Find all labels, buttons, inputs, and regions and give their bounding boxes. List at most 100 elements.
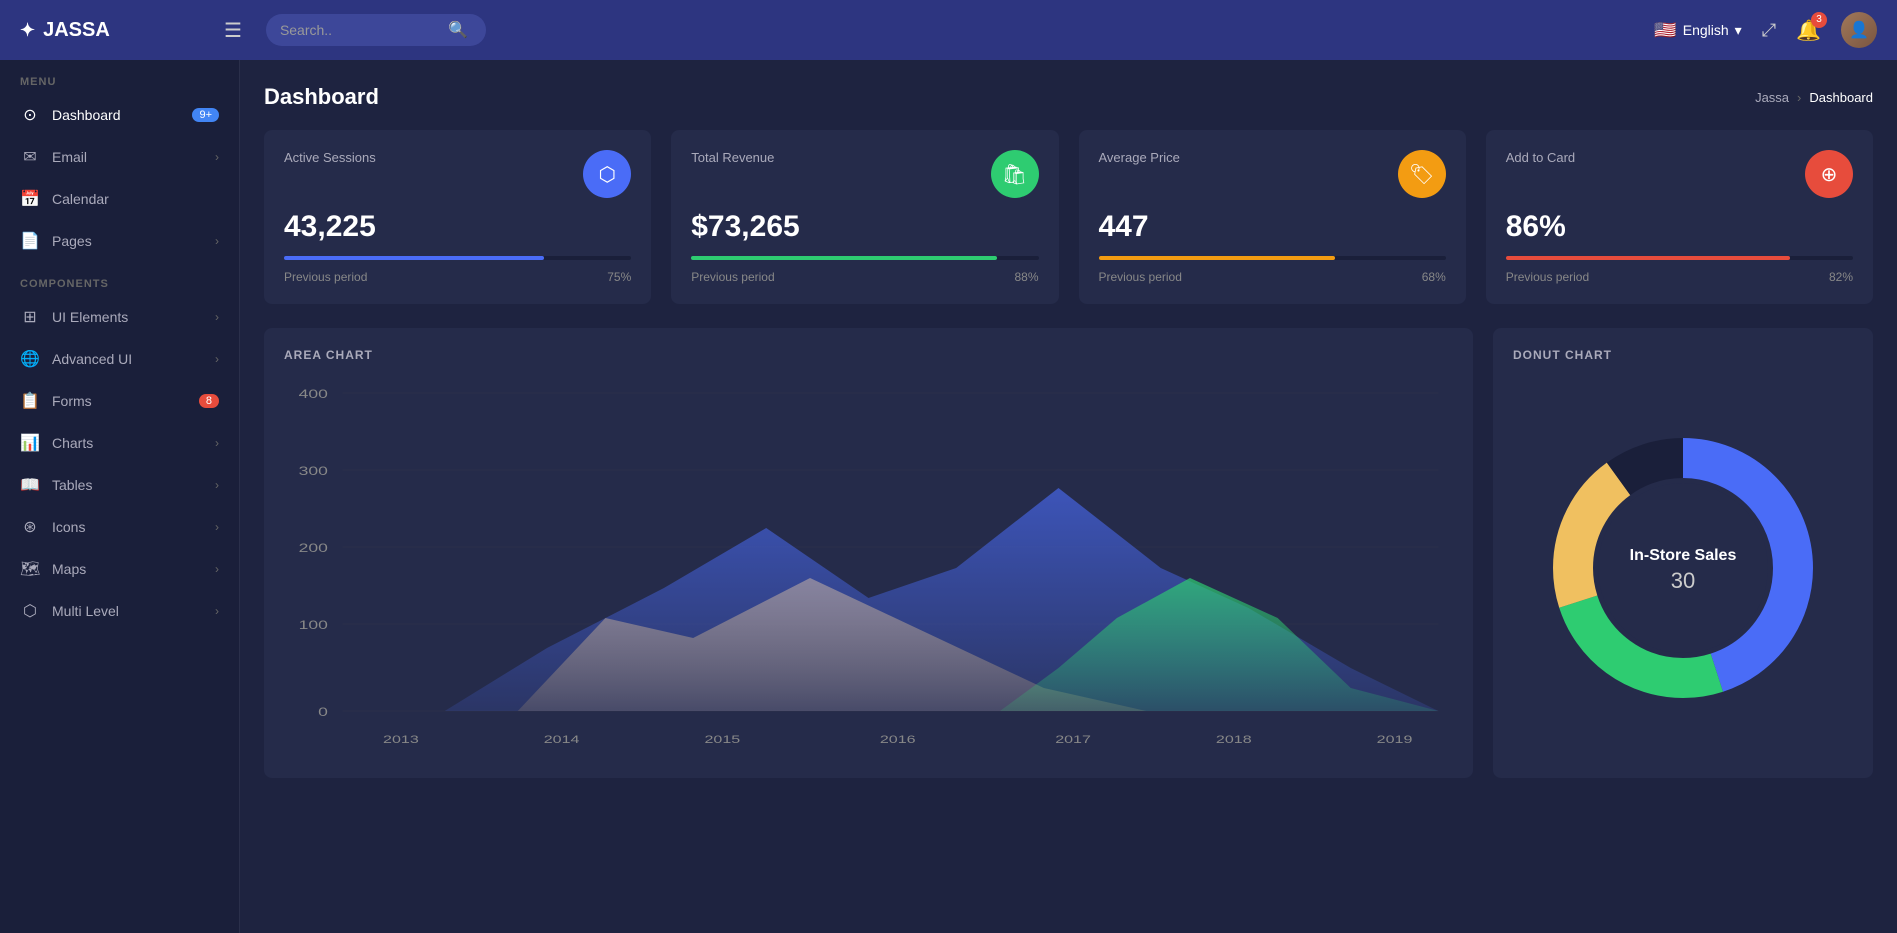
tables-icon: 📖 [20,475,40,495]
sidebar-menu-label: MENU [0,60,239,94]
avatar[interactable]: 👤 [1841,12,1877,48]
stat-bar-wrap [284,256,631,260]
chevron-right-icon: › [215,150,219,164]
chevron-right-icon: › [215,436,219,450]
stat-card-title: Total Revenue [691,150,774,165]
sidebar-item-label: Dashboard [52,107,180,123]
sidebar-item-label: Email [52,149,203,165]
language-label: English [1683,22,1729,38]
sidebar-item-ui-elements[interactable]: ⊞ UI Elements › [0,296,239,338]
stat-card-header: Average Price 🏷 [1099,150,1446,198]
sidebar-item-tables[interactable]: 📖 Tables › [0,464,239,506]
fullscreen-button[interactable]: ⤢ [1762,20,1776,41]
ui-elements-icon: ⊞ [20,307,40,327]
svg-text:2014: 2014 [544,733,580,745]
sidebar-item-icons[interactable]: ⊛ Icons › [0,506,239,548]
svg-text:100: 100 [299,619,328,633]
notification-button[interactable]: 🔔 3 [1796,18,1821,43]
period-value: 68% [1422,270,1446,284]
page-title: Dashboard [264,84,379,110]
sidebar-item-label: Tables [52,477,203,493]
sidebar-item-dashboard[interactable]: ⊙ Dashboard 9+ [0,94,239,136]
stat-footer: Previous period 75% [284,270,631,284]
chevron-right-icon: › [215,562,219,576]
stat-card-add-to-card: Add to Card ⊕ 86% Previous period 82% [1486,130,1873,304]
maps-icon: 🗺 [20,559,40,579]
total-revenue-icon: 🛍 [991,150,1039,198]
svg-text:200: 200 [299,542,328,556]
area-chart-wrap: 400 300 200 100 0 [284,378,1453,758]
search-input[interactable] [280,22,440,38]
area-chart-card: AREA CHART 400 300 200 100 0 [264,328,1473,778]
stat-cards: Active Sessions ⬡ 43,225 Previous period… [264,130,1873,304]
topnav: ✦ JASSA ☰ 🔍 🇺🇸 English ▾ ⤢ 🔔 3 👤 [0,0,1897,60]
sidebar-item-label: UI Elements [52,309,203,325]
breadcrumb-current: Dashboard [1809,90,1873,105]
forms-icon: 📋 [20,391,40,411]
sidebar-item-maps[interactable]: 🗺 Maps › [0,548,239,590]
stat-value: 447 [1099,210,1446,244]
svg-text:400: 400 [299,388,328,402]
stat-card-active-sessions: Active Sessions ⬡ 43,225 Previous period… [264,130,651,304]
main-content: Dashboard Jassa › Dashboard Active Sessi… [240,60,1897,933]
sidebar-item-advanced-ui[interactable]: 🌐 Advanced UI › [0,338,239,380]
pages-icon: 📄 [20,231,40,251]
multi-level-icon: ⬡ [20,601,40,621]
svg-text:2013: 2013 [383,733,419,745]
sidebar-item-label: Calendar [52,191,219,207]
area-chart-svg: 400 300 200 100 0 [284,378,1453,758]
logo-icon: ✦ [20,20,35,41]
svg-text:0: 0 [318,706,328,720]
donut-svg: In-Store Sales 30 [1533,418,1833,718]
period-label: Previous period [691,270,774,284]
chevron-right-icon: › [215,234,219,248]
sidebar-item-pages[interactable]: 📄 Pages › [0,220,239,262]
stat-footer: Previous period 68% [1099,270,1446,284]
stat-value: $73,265 [691,210,1038,244]
svg-text:2016: 2016 [880,733,916,745]
sidebar-item-label: Maps [52,561,203,577]
svg-text:30: 30 [1671,568,1695,593]
stat-card-header: Total Revenue 🛍 [691,150,1038,198]
stat-card-average-price: Average Price 🏷 447 Previous period 68% [1079,130,1466,304]
sidebar-item-multi-level[interactable]: ⬡ Multi Level › [0,590,239,632]
sidebar-item-label: Multi Level [52,603,203,619]
period-label: Previous period [1506,270,1589,284]
donut-chart-wrap: In-Store Sales 30 [1513,378,1853,758]
chevron-right-icon: › [215,520,219,534]
sidebar-item-forms[interactable]: 📋 Forms 8 [0,380,239,422]
chevron-right-icon: › [215,478,219,492]
stat-card-title: Average Price [1099,150,1180,165]
icons-icon: ⊛ [20,517,40,537]
svg-text:300: 300 [299,465,328,479]
avatar-image: 👤 [1841,12,1877,48]
stat-bar [1506,256,1791,260]
language-selector[interactable]: 🇺🇸 English ▾ [1654,20,1741,41]
dashboard-badge: 9+ [192,108,219,122]
sidebar-item-charts[interactable]: 📊 Charts › [0,422,239,464]
sidebar-item-label: Icons [52,519,203,535]
calendar-icon: 📅 [20,189,40,209]
sidebar-item-email[interactable]: ✉ Email › [0,136,239,178]
stat-value: 43,225 [284,210,631,244]
average-price-icon: 🏷 [1398,150,1446,198]
svg-text:2017: 2017 [1055,733,1091,745]
search-bar: 🔍 [266,14,486,46]
chevron-right-icon: › [215,310,219,324]
period-label: Previous period [1099,270,1182,284]
chevron-right-icon: › [215,352,219,366]
sidebar: MENU ⊙ Dashboard 9+ ✉ Email › 📅 Calendar… [0,60,240,933]
sidebar-item-calendar[interactable]: 📅 Calendar [0,178,239,220]
hamburger-button[interactable]: ☰ [216,14,250,47]
breadcrumb-separator: › [1797,90,1801,105]
sidebar-item-label: Advanced UI [52,351,203,367]
advanced-ui-icon: 🌐 [20,349,40,369]
period-value: 82% [1829,270,1853,284]
main-layout: MENU ⊙ Dashboard 9+ ✉ Email › 📅 Calendar… [0,60,1897,933]
notification-badge: 3 [1811,12,1827,28]
stat-bar [1099,256,1335,260]
stat-card-header: Add to Card ⊕ [1506,150,1853,198]
stat-card-total-revenue: Total Revenue 🛍 $73,265 Previous period … [671,130,1058,304]
stat-card-title: Add to Card [1506,150,1575,165]
forms-badge: 8 [199,394,219,408]
